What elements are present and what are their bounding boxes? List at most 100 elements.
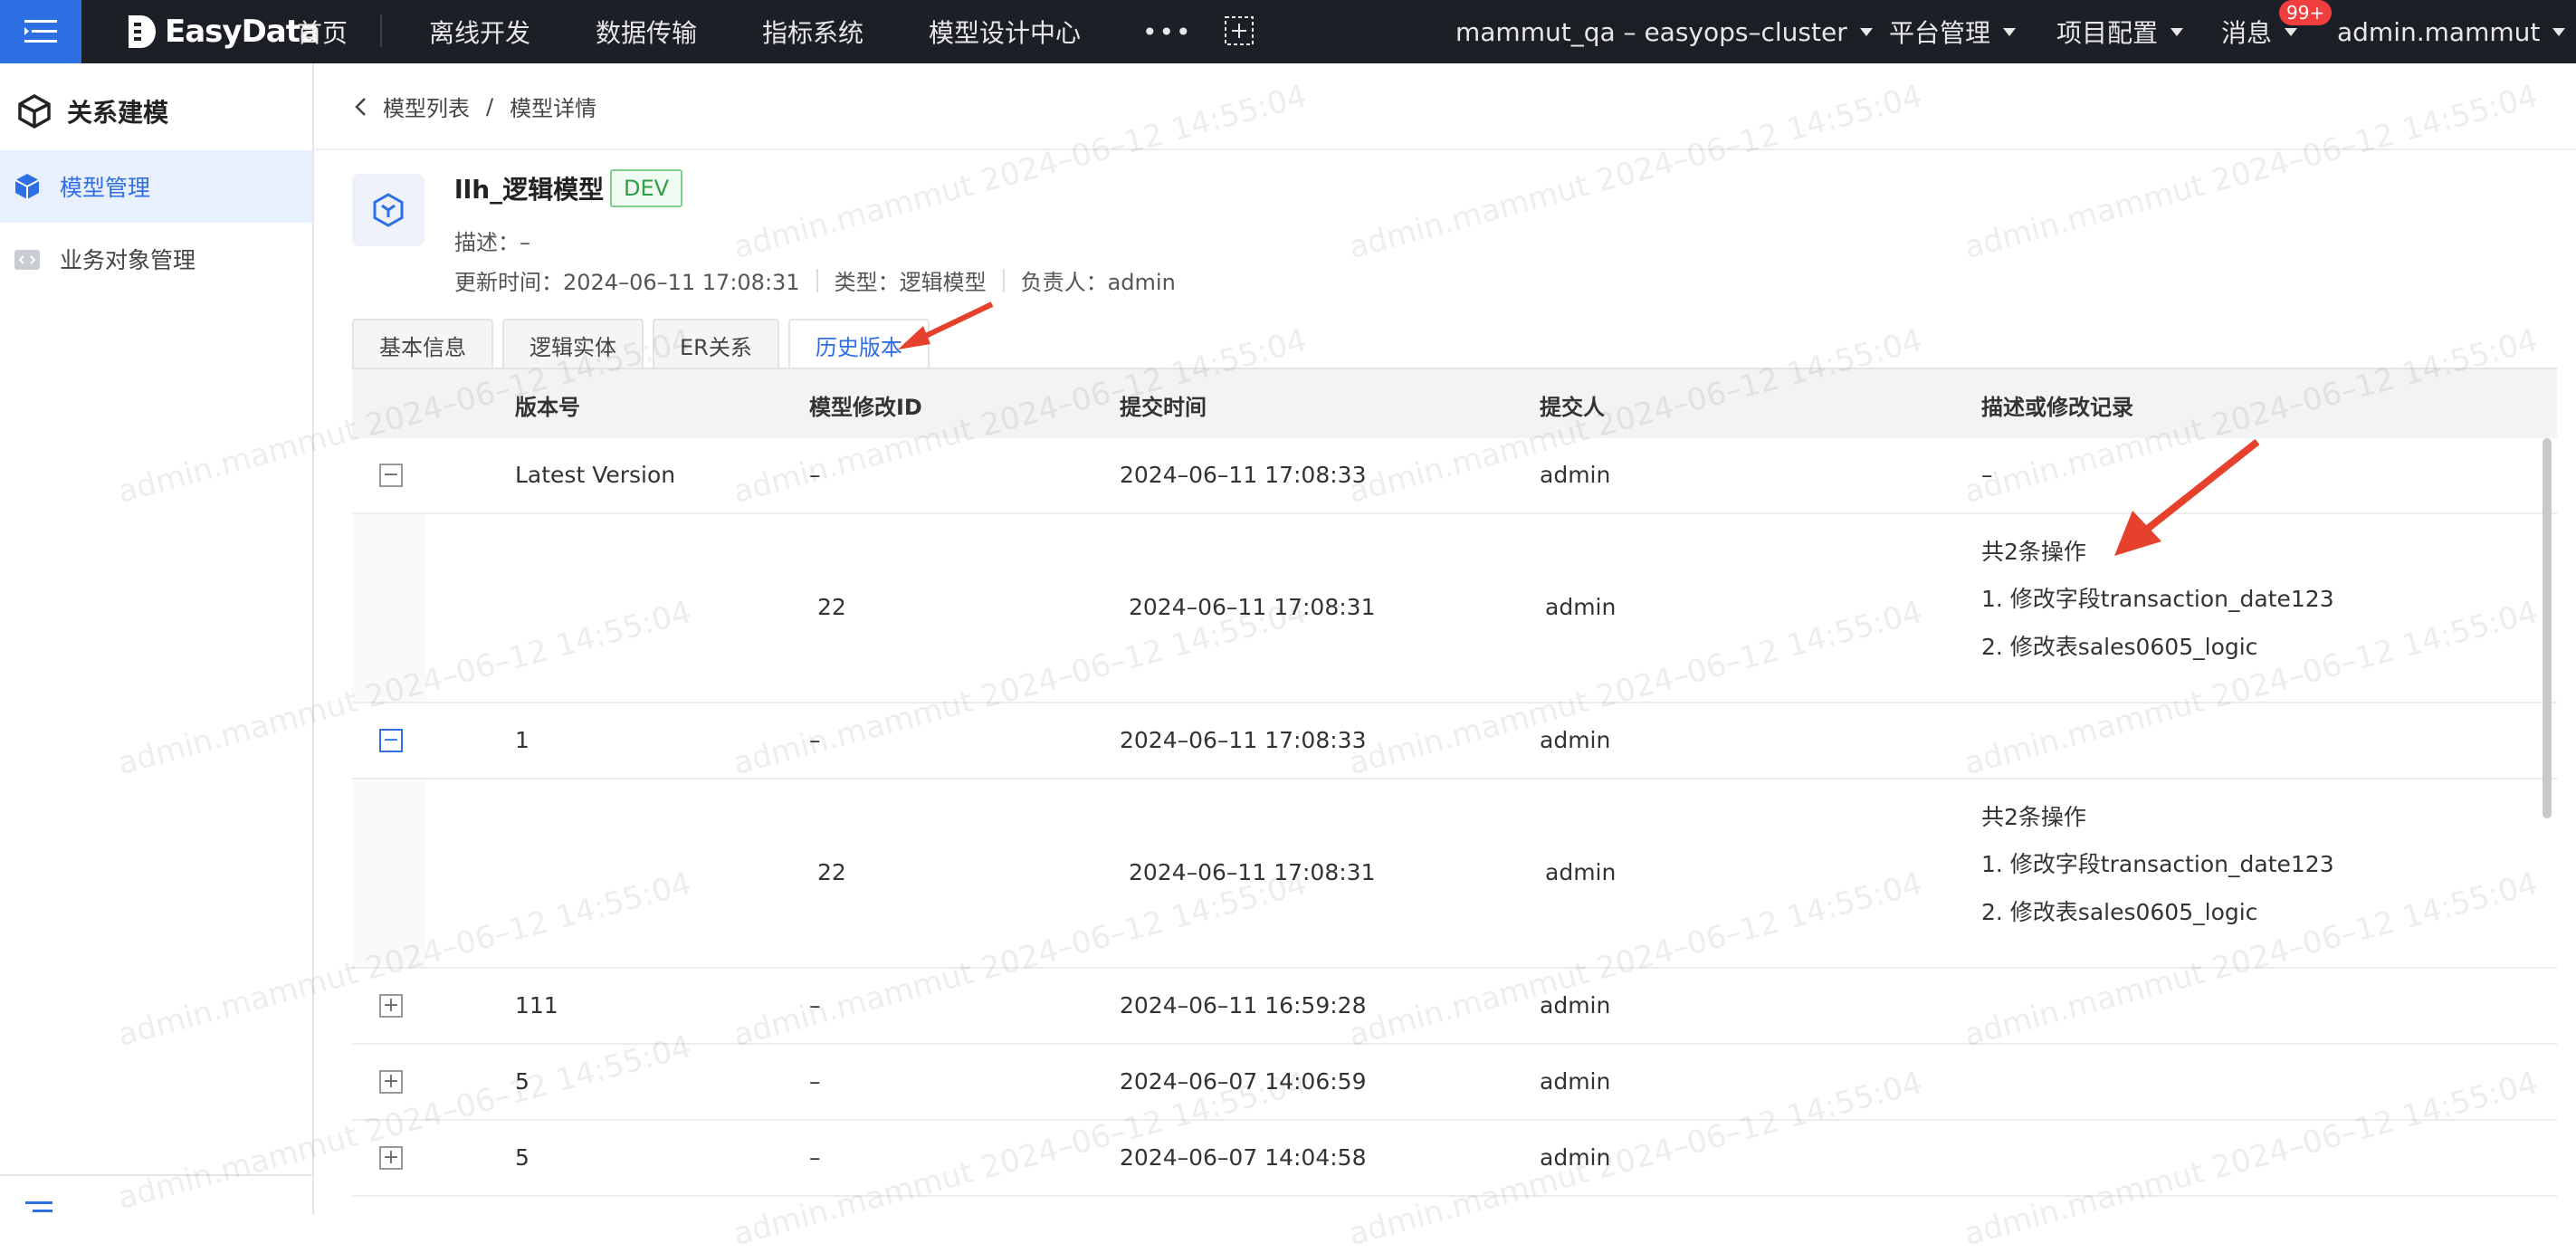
chevron-down-icon — [2285, 27, 2298, 36]
easydata-logo[interactable]: EasyData — [125, 0, 320, 63]
sidebar: 关系建模 模型管理 业务对象管理 — [0, 63, 314, 1215]
easydata-logo-icon — [129, 15, 156, 48]
cube-icon — [14, 174, 40, 199]
tab-history-versions[interactable]: 历史版本 — [787, 319, 930, 369]
chevron-down-icon — [2003, 27, 2017, 36]
version-cell: 111 — [515, 992, 558, 1019]
user-cell: admin — [1540, 1144, 1611, 1171]
sidebar-title: 关系建模 — [67, 98, 169, 128]
back-chevron-icon[interactable] — [354, 97, 367, 117]
platform-management-label: 平台管理 — [1889, 18, 1991, 48]
mod-id-cell: 22 — [817, 594, 846, 620]
time-cell: 2024–06–11 17:08:31 — [1129, 594, 1376, 620]
expanded-detail-row: 22 2024–06–11 17:08:31 admin 共2条操作 1. 修改… — [352, 780, 2557, 969]
version-cell: Latest Version — [515, 462, 676, 488]
user-cell: admin — [1540, 1068, 1611, 1095]
time-cell: 2024–06–07 14:06:59 — [1120, 1068, 1367, 1095]
version-cell: 5 — [515, 1144, 530, 1171]
version-history-table: 版本号 模型修改ID 提交时间 提交人 描述或修改记录 − Latest Ver… — [352, 369, 2557, 1197]
mod-id-cell: 22 — [817, 859, 846, 885]
header-submit-time: 提交时间 — [1120, 395, 1207, 420]
chevron-down-icon — [2552, 27, 2566, 36]
table-row[interactable]: + 5 – 2024–06–07 14:06:59 admin — [352, 1045, 2557, 1121]
breadcrumb: 模型列表 / 模型详情 — [354, 91, 596, 122]
divider — [1002, 268, 1005, 292]
expand-row-button[interactable]: + — [379, 1146, 403, 1170]
model-owner: 负责人：admin — [1020, 270, 1176, 295]
header-version: 版本号 — [515, 395, 580, 420]
sidebar-item-model-management[interactable]: 模型管理 — [0, 150, 312, 223]
relation-modeling-icon — [18, 93, 51, 129]
sidebar-footer — [0, 1174, 312, 1215]
header-description: 描述或修改记录 — [1981, 395, 2133, 420]
table-row[interactable]: + 5 – 2024–06–07 14:04:58 admin — [352, 1121, 2557, 1197]
ops-title: 共2条操作 — [1981, 539, 2086, 565]
add-tab-button[interactable] — [1224, 15, 1255, 50]
nav-divider — [380, 14, 382, 47]
table-row[interactable]: − 1 – 2024–06–11 17:08:33 admin — [352, 703, 2557, 780]
platform-management-menu[interactable]: 平台管理 — [1889, 0, 2017, 63]
sidebar-item-business-object-management[interactable]: 业务对象管理 — [0, 223, 312, 295]
model-cube-icon — [373, 193, 404, 227]
expanded-detail-row: 22 2024–06–11 17:08:31 admin 共2条操作 1. 修改… — [352, 514, 2557, 703]
collapse-sidebar-icon[interactable] — [25, 1201, 52, 1214]
nav-home[interactable]: 首页 — [297, 0, 348, 63]
plus-box-icon — [1225, 16, 1254, 45]
collapse-row-button[interactable]: − — [379, 464, 403, 487]
chevron-down-icon — [1859, 27, 1873, 36]
chevron-down-icon — [2171, 27, 2184, 36]
sidebar-header: 关系建模 — [16, 89, 168, 134]
table-row[interactable]: + 111 – 2024–06–11 16:59:28 admin — [352, 969, 2557, 1045]
user-menu[interactable]: admin.mammut — [2337, 0, 2566, 63]
ops-title: 共2条操作 — [1981, 804, 2086, 830]
model-meta: 更新时间：2024–06–11 17:08:31 类型：逻辑模型 负责人：adm… — [454, 264, 1176, 296]
nav-data-transfer[interactable]: 数据传输 — [596, 0, 697, 63]
nav-more-button[interactable]: ••• — [1142, 0, 1193, 63]
table-scrollbar[interactable] — [2543, 438, 2552, 818]
nav-metric-system[interactable]: 指标系统 — [762, 0, 863, 63]
breadcrumb-model-list-link[interactable]: 模型列表 — [383, 91, 470, 122]
mod-id-cell: – — [809, 992, 821, 1019]
op-item: 2. 修改表sales0605_logic — [1981, 899, 2258, 925]
time-cell: 2024–06–11 17:08:31 — [1129, 859, 1376, 885]
project-config-menu[interactable]: 项目配置 — [2056, 0, 2184, 63]
header-submitter: 提交人 — [1540, 395, 1605, 420]
tab-basic-info[interactable]: 基本信息 — [352, 319, 493, 369]
collapse-row-button[interactable]: − — [379, 729, 403, 752]
expand-row-button[interactable]: + — [379, 994, 403, 1018]
model-type: 类型：逻辑模型 — [834, 270, 987, 295]
breadcrumb-current: 模型详情 — [510, 96, 597, 121]
mod-id-cell: – — [809, 1068, 821, 1095]
cluster-selector[interactable]: mammut_qa – easyops–cluster — [1455, 0, 1873, 63]
user-name: admin.mammut — [2337, 16, 2541, 47]
mod-id-cell: – — [809, 462, 821, 488]
time-cell: 2024–06–11 17:08:33 — [1120, 462, 1367, 488]
message-count-badge: 99+ — [2279, 0, 2333, 25]
op-item: 2. 修改表sales0605_logic — [1981, 634, 2258, 660]
cluster-label: mammut_qa – easyops–cluster — [1455, 16, 1847, 47]
op-item: 1. 修改字段transaction_date123 — [1981, 586, 2334, 612]
nav-model-design-center[interactable]: 模型设计中心 — [929, 0, 1081, 63]
menu-toggle-button[interactable] — [0, 0, 81, 63]
table-row[interactable]: − Latest Version – 2024–06–11 17:08:33 a… — [352, 438, 2557, 514]
nav-offline-dev[interactable]: 离线开发 — [429, 0, 530, 63]
version-cell: 1 — [515, 727, 530, 753]
sidebar-item-label: 模型管理 — [60, 175, 151, 201]
code-folder-icon — [14, 250, 40, 270]
tab-logical-entity[interactable]: 逻辑实体 — [502, 319, 644, 369]
expand-row-button[interactable]: + — [379, 1070, 403, 1094]
user-cell: admin — [1545, 594, 1617, 620]
user-cell: admin — [1540, 727, 1611, 753]
version-cell: 5 — [515, 1068, 530, 1095]
hamburger-menu-icon — [24, 20, 57, 43]
env-tag: DEV — [610, 169, 682, 207]
user-cell: admin — [1540, 462, 1611, 488]
user-cell: admin — [1540, 992, 1611, 1019]
time-cell: 2024–06–11 16:59:28 — [1120, 992, 1367, 1019]
op-item: 1. 修改字段transaction_date123 — [1981, 851, 2334, 877]
update-time: 更新时间：2024–06–11 17:08:31 — [454, 270, 800, 295]
model-description: 描述：– — [454, 230, 530, 255]
tab-er-relation[interactable]: ER关系 — [653, 319, 779, 369]
table-header: 版本号 模型修改ID 提交时间 提交人 描述或修改记录 — [352, 369, 2557, 438]
desc-cell: – — [1981, 462, 1993, 488]
